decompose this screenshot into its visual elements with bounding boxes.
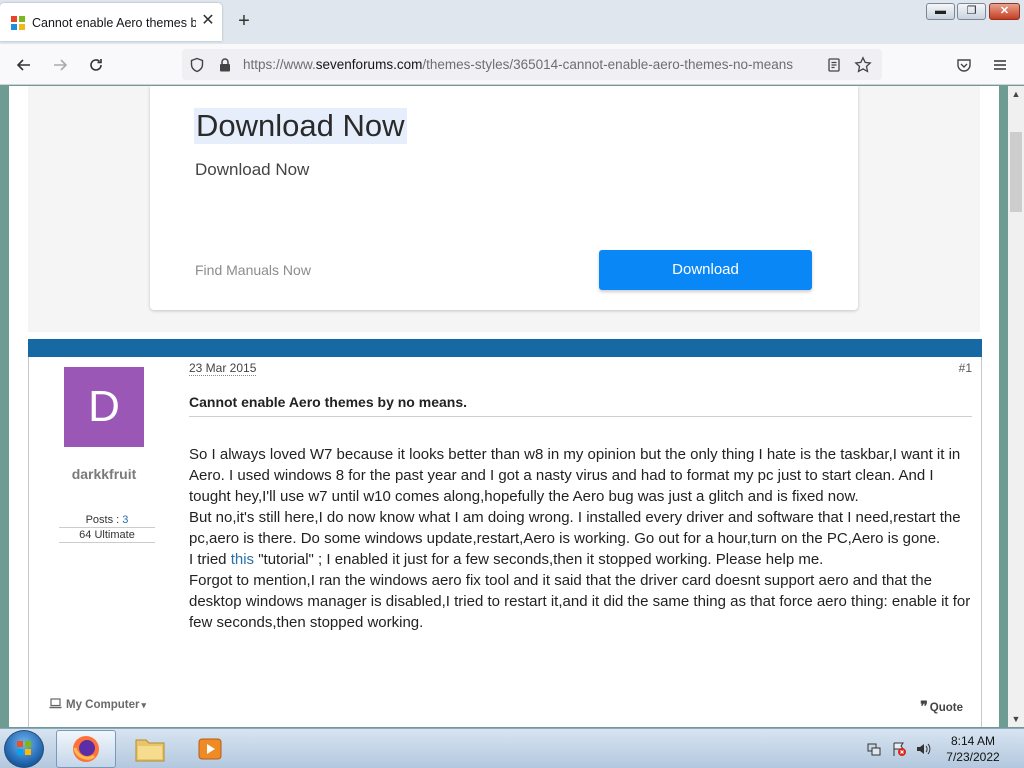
quote-label: Quote bbox=[929, 702, 963, 714]
network-icon[interactable] bbox=[866, 741, 882, 757]
media-player-icon bbox=[198, 738, 222, 760]
page-content: Download Now Download Now Find Manuals N… bbox=[9, 86, 999, 727]
back-arrow-icon[interactable] bbox=[12, 53, 36, 77]
windows-taskbar: 8:14 AM 7/23/2022 bbox=[0, 728, 1024, 768]
page-viewport: Download Now Download Now Find Manuals N… bbox=[0, 86, 1008, 727]
browser-tab-bar: Cannot enable Aero themes by no means ✕ … bbox=[0, 0, 1024, 44]
clock-date: 7/23/2022 bbox=[946, 750, 1000, 764]
forward-arrow-icon[interactable] bbox=[48, 53, 72, 77]
user-os: 64 Ultimate bbox=[59, 528, 155, 543]
ad-card[interactable]: Download Now Download Now Find Manuals N… bbox=[150, 86, 858, 310]
taskbar-explorer[interactable] bbox=[120, 730, 180, 768]
scroll-down-arrow-icon[interactable]: ▼ bbox=[1008, 711, 1024, 727]
chevron-down-icon: ▾ bbox=[141, 700, 147, 710]
ad-manuals-text: Find Manuals Now bbox=[195, 262, 311, 278]
user-info-panel: D darkkfruit Posts : 3 64 Ultimate My Co… bbox=[29, 357, 185, 727]
quote-icon: ❞ bbox=[920, 698, 928, 714]
ad-headline[interactable]: Download Now bbox=[194, 108, 407, 144]
tutorial-after: "tutorial" ; I enabled it just for a few… bbox=[254, 551, 824, 568]
post-text: So I always loved W7 because it looks be… bbox=[189, 444, 972, 633]
post-header-bar bbox=[28, 339, 982, 357]
forum-post: D darkkfruit Posts : 3 64 Ultimate My Co… bbox=[28, 357, 982, 727]
post-paragraph-4: Forgot to mention,I ran the windows aero… bbox=[189, 572, 971, 631]
taskbar-clock[interactable]: 8:14 AM 7/23/2022 bbox=[940, 733, 1006, 765]
sevenforums-favicon-icon bbox=[11, 16, 25, 30]
windows-logo-icon bbox=[17, 741, 31, 755]
post-paragraph-2: But no,it's still here,I do now know wha… bbox=[189, 509, 961, 547]
posts-label: Posts : bbox=[85, 514, 123, 526]
my-computer-label: My Computer bbox=[66, 699, 140, 711]
username[interactable]: darkkfruit bbox=[29, 466, 179, 482]
url-prefix: https://www. bbox=[243, 57, 316, 72]
lock-icon[interactable] bbox=[213, 53, 237, 77]
browser-toolbar: https://www.sevenforums.com/themes-style… bbox=[0, 44, 1024, 85]
restore-window-button[interactable]: ❐ bbox=[957, 3, 986, 20]
quote-button[interactable]: ❞ Quote bbox=[920, 698, 963, 715]
tutorial-link[interactable]: this bbox=[231, 551, 254, 568]
address-bar[interactable]: https://www.sevenforums.com/themes-style… bbox=[182, 49, 882, 80]
url-host: sevenforums.com bbox=[315, 57, 423, 72]
ad-download-button[interactable]: Download bbox=[599, 250, 812, 290]
url-path: /themes-styles/365014-cannot-enable-aero… bbox=[422, 57, 794, 72]
tab-title: Cannot enable Aero themes by no means bbox=[32, 16, 196, 30]
menu-hamburger-icon[interactable] bbox=[988, 53, 1012, 77]
reload-icon[interactable] bbox=[84, 53, 108, 77]
shield-icon[interactable] bbox=[185, 53, 209, 77]
volume-icon[interactable] bbox=[915, 741, 931, 757]
firefox-icon bbox=[73, 736, 99, 762]
action-center-flag-icon[interactable] bbox=[891, 741, 907, 757]
taskbar-media-player[interactable] bbox=[180, 730, 240, 768]
scroll-up-arrow-icon[interactable]: ▲ bbox=[1008, 86, 1024, 102]
laptop-icon bbox=[49, 698, 62, 709]
browser-tab-active[interactable]: Cannot enable Aero themes by no means ✕ bbox=[0, 3, 222, 41]
ad-area: Download Now Download Now Find Manuals N… bbox=[28, 86, 980, 332]
ad-subheadline: Download Now bbox=[195, 160, 310, 179]
tutorial-before: I tried bbox=[189, 551, 231, 568]
bookmark-star-icon[interactable] bbox=[851, 53, 875, 77]
my-computer-toggle[interactable]: My Computer ▾ bbox=[49, 698, 146, 711]
post-date: 23 Mar 2015 bbox=[189, 361, 257, 376]
user-stats: Posts : 3 64 Ultimate bbox=[59, 513, 155, 543]
minimize-window-button[interactable]: ▬ bbox=[926, 3, 955, 20]
clock-time: 8:14 AM bbox=[950, 734, 996, 748]
avatar[interactable]: D bbox=[64, 367, 144, 447]
user-posts: Posts : 3 bbox=[59, 513, 155, 528]
taskbar-firefox[interactable] bbox=[56, 730, 116, 768]
vertical-scrollbar[interactable]: ▲ ▼ bbox=[1008, 86, 1024, 727]
scrollbar-thumb[interactable] bbox=[1010, 132, 1022, 212]
close-tab-icon[interactable]: ✕ bbox=[199, 12, 217, 30]
folder-icon bbox=[135, 739, 165, 762]
start-button[interactable] bbox=[4, 730, 44, 768]
url-text: https://www.sevenforums.com/themes-style… bbox=[243, 57, 815, 72]
post-number[interactable]: #1 bbox=[959, 361, 972, 375]
post-paragraph-3: I tried this "tutorial" ; I enabled it j… bbox=[189, 549, 972, 570]
post-body: 23 Mar 2015 #1 Cannot enable Aero themes… bbox=[189, 357, 972, 727]
post-title: Cannot enable Aero themes by no means. bbox=[189, 394, 972, 417]
new-tab-icon[interactable]: + bbox=[234, 10, 254, 32]
reader-view-icon[interactable] bbox=[822, 53, 846, 77]
post-paragraph-1: So I always loved W7 because it looks be… bbox=[189, 446, 961, 505]
pocket-icon[interactable] bbox=[952, 53, 976, 77]
posts-count[interactable]: 3 bbox=[122, 514, 128, 526]
close-window-button[interactable]: ✕ bbox=[989, 3, 1020, 20]
